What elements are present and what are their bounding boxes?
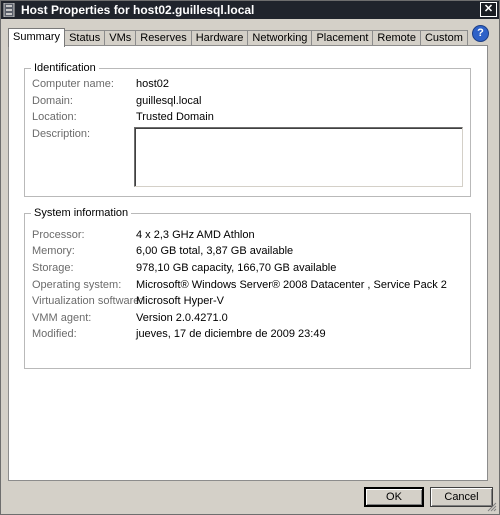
storage-label: Storage: — [32, 262, 74, 274]
tab-networking[interactable]: Networking — [247, 30, 313, 46]
tab-placement[interactable]: Placement — [311, 30, 374, 46]
system-information-legend: System information — [31, 206, 132, 220]
processor-value: 4 x 2,3 GHz AMD Athlon — [136, 229, 255, 241]
domain-label: Domain: — [32, 95, 73, 107]
location-value: Trusted Domain — [136, 111, 214, 123]
operating-system-label: Operating system: — [32, 279, 122, 291]
modified-label: Modified: — [32, 328, 77, 340]
domain-value: guillesql.local — [136, 95, 202, 107]
help-icon[interactable]: ? — [472, 25, 489, 42]
tab-reserves[interactable]: Reserves — [135, 30, 192, 46]
virtualization-software-value: Microsoft Hyper-V — [136, 295, 225, 307]
vmm-agent-value: Version 2.0.4271.0 — [136, 312, 228, 324]
processor-label: Processor: — [32, 229, 85, 241]
operating-system-value: Microsoft® Windows Server® 2008 Datacent… — [136, 279, 447, 291]
vmm-agent-label: VMM agent: — [32, 312, 92, 324]
location-label: Location: — [32, 111, 77, 123]
tab-strip: Summary Status VMs Reserves Hardware Net… — [8, 28, 468, 47]
tab-hardware[interactable]: Hardware — [190, 30, 249, 46]
storage-value: 978,10 GB capacity, 166,70 GB available — [136, 262, 337, 274]
tab-remote[interactable]: Remote — [372, 30, 421, 46]
memory-label: Memory: — [32, 245, 75, 257]
tab-summary[interactable]: Summary — [8, 28, 66, 47]
modified-value: jueves, 17 de diciembre de 2009 23:49 — [136, 328, 326, 340]
computer-name-label: Computer name: — [32, 78, 114, 90]
window-title: Host Properties for host02.guillesql.loc… — [21, 3, 255, 17]
tab-vms[interactable]: VMs — [104, 30, 137, 46]
description-label: Description: — [32, 128, 91, 140]
tab-status[interactable]: Status — [64, 30, 106, 46]
memory-value: 6,00 GB total, 3,87 GB available — [136, 245, 294, 257]
computer-name-value: host02 — [136, 78, 170, 90]
identification-legend: Identification — [31, 61, 99, 75]
cancel-button[interactable]: Cancel — [430, 487, 493, 507]
ok-button[interactable]: OK — [364, 487, 424, 507]
tab-custom[interactable]: Custom — [419, 30, 468, 46]
title-bar[interactable]: Host Properties for host02.guillesql.loc… — [1, 1, 499, 19]
system-information-group: System information Processor: 4 x 2,3 GH… — [24, 206, 471, 369]
resize-grip-icon[interactable] — [486, 501, 497, 512]
description-field[interactable] — [134, 127, 463, 187]
close-button[interactable]: ✕ — [480, 2, 497, 17]
host-properties-dialog: Host Properties for host02.guillesql.loc… — [0, 0, 500, 515]
virtualization-software-label: Virtualization software: — [32, 295, 143, 307]
summary-tab-panel: Identification Computer name: host02 Dom… — [8, 45, 488, 481]
identification-group: Identification Computer name: host02 Dom… — [24, 61, 471, 197]
host-server-icon — [3, 3, 15, 17]
close-icon: ✕ — [483, 3, 494, 15]
